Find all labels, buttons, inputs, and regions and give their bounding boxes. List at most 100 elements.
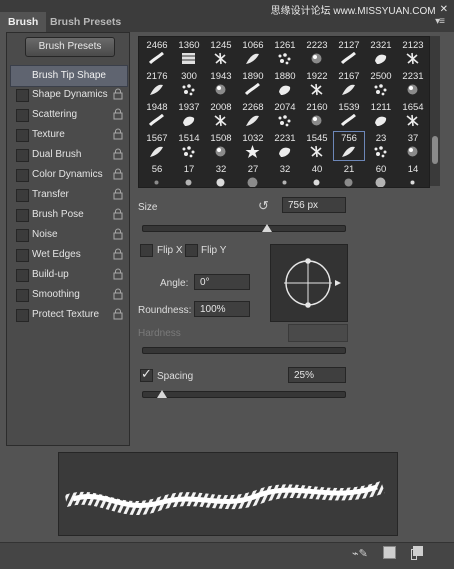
panel-menu-icon[interactable]: ▾≡: [435, 16, 445, 27]
spacing-field[interactable]: 25%: [288, 367, 346, 383]
brush-tip-cell[interactable]: 1545: [301, 131, 333, 161]
brush-tip-cell[interactable]: 1654: [397, 100, 429, 130]
brush-tip-cell[interactable]: 1066: [237, 38, 269, 68]
brush-tip-cell[interactable]: 2231: [269, 131, 301, 161]
brush-tip-cell[interactable]: 2466: [141, 38, 173, 68]
sidebar-item-color-dynamics[interactable]: Color Dynamics: [10, 166, 126, 186]
lock-icon[interactable]: [113, 288, 123, 300]
brush-tip-cell[interactable]: 2321: [365, 38, 397, 68]
angle-field[interactable]: 0°: [194, 274, 250, 290]
option-checkbox[interactable]: [16, 129, 29, 142]
option-checkbox[interactable]: [16, 269, 29, 282]
close-icon[interactable]: ✕: [440, 4, 448, 15]
brush-tip-cell[interactable]: 2123: [397, 38, 429, 68]
spacing-checkbox[interactable]: ✓: [140, 366, 153, 382]
sidebar-item-brush-tip-shape[interactable]: Brush Tip Shape: [10, 65, 128, 87]
lock-icon[interactable]: [113, 108, 123, 120]
option-checkbox[interactable]: [16, 229, 29, 242]
lock-icon[interactable]: [113, 248, 123, 260]
flip-x-checkbox[interactable]: [140, 244, 153, 257]
brush-tip-cell[interactable]: 1245: [205, 38, 237, 68]
sidebar-item-texture[interactable]: Texture: [10, 126, 126, 146]
brush-tip-cell[interactable]: 37: [397, 131, 429, 161]
brush-tip-cell[interactable]: 14: [397, 162, 429, 187]
spacing-slider[interactable]: [142, 391, 346, 398]
brush-tip-cell[interactable]: 2127: [333, 38, 365, 68]
sidebar-item-smoothing[interactable]: Smoothing: [10, 286, 126, 306]
sidebar-item-noise[interactable]: Noise: [10, 226, 126, 246]
brush-tip-cell[interactable]: 1508: [205, 131, 237, 161]
brush-tip-cell[interactable]: 1567: [141, 131, 173, 161]
sidebar-item-shape-dynamics[interactable]: Shape Dynamics: [10, 86, 126, 106]
grid-scrollbar-thumb[interactable]: [432, 136, 438, 164]
sidebar-item-transfer[interactable]: Transfer: [10, 186, 126, 206]
option-checkbox[interactable]: [16, 149, 29, 162]
brush-tip-cell[interactable]: 1261: [269, 38, 301, 68]
sidebar-item-scattering[interactable]: Scattering: [10, 106, 126, 126]
brush-tip-cell[interactable]: 23: [365, 131, 397, 161]
option-checkbox[interactable]: [16, 209, 29, 222]
option-checkbox[interactable]: [16, 109, 29, 122]
sidebar-item-dual-brush[interactable]: Dual Brush: [10, 146, 126, 166]
brush-tip-cell[interactable]: 17: [173, 162, 205, 187]
brush-tip-cell[interactable]: 300: [173, 69, 205, 99]
spacing-slider-thumb[interactable]: [157, 390, 168, 398]
tab-brush-presets[interactable]: Brush Presets: [42, 12, 129, 32]
brush-tip-cell[interactable]: 1890: [237, 69, 269, 99]
brush-tip-cell[interactable]: 40: [301, 162, 333, 187]
lock-icon[interactable]: [113, 308, 123, 320]
lock-icon[interactable]: [113, 168, 123, 180]
brush-tip-cell[interactable]: 1943: [205, 69, 237, 99]
lock-icon[interactable]: [113, 88, 123, 100]
toggle-live-tip-preview-icon[interactable]: ⌁✎: [352, 547, 368, 560]
brush-tip-cell[interactable]: 756: [333, 131, 365, 161]
brush-tip-cell[interactable]: 2500: [365, 69, 397, 99]
brush-tip-cell[interactable]: 2231: [397, 69, 429, 99]
brush-tip-cell[interactable]: 1211: [365, 100, 397, 130]
angle-roundness-control[interactable]: [270, 244, 348, 322]
size-slider-thumb[interactable]: [262, 224, 273, 232]
lock-icon[interactable]: [113, 148, 123, 160]
option-checkbox[interactable]: [16, 249, 29, 262]
lock-icon[interactable]: [113, 208, 123, 220]
brush-tip-cell[interactable]: 32: [269, 162, 301, 187]
brush-tip-cell[interactable]: 2167: [333, 69, 365, 99]
option-checkbox[interactable]: [16, 189, 29, 202]
size-slider[interactable]: [142, 225, 346, 232]
brush-tip-cell[interactable]: 27: [237, 162, 269, 187]
lock-icon[interactable]: [113, 228, 123, 240]
brush-tip-cell[interactable]: 2008: [205, 100, 237, 130]
lock-icon[interactable]: [113, 128, 123, 140]
option-checkbox[interactable]: [16, 309, 29, 322]
size-field[interactable]: 756 px: [282, 197, 346, 213]
roundness-field[interactable]: 100%: [194, 301, 250, 317]
brush-tip-cell[interactable]: 2268: [237, 100, 269, 130]
lock-icon[interactable]: [113, 268, 123, 280]
brush-tip-cell[interactable]: 32: [205, 162, 237, 187]
brush-tip-cell[interactable]: 2074: [269, 100, 301, 130]
brush-tip-cell[interactable]: 1539: [333, 100, 365, 130]
sidebar-item-build-up[interactable]: Build-up: [10, 266, 126, 286]
brush-tip-cell[interactable]: 2176: [141, 69, 173, 99]
brush-tip-cell[interactable]: 60: [365, 162, 397, 187]
brush-presets-button[interactable]: Brush Presets: [25, 37, 115, 57]
brush-tip-cell[interactable]: 1360: [173, 38, 205, 68]
brush-tip-cell[interactable]: 1880: [269, 69, 301, 99]
brush-tip-cell[interactable]: 1514: [173, 131, 205, 161]
grid-view-icon[interactable]: [383, 546, 396, 559]
brush-tip-cell[interactable]: 21: [333, 162, 365, 187]
sidebar-item-wet-edges[interactable]: Wet Edges: [10, 246, 126, 266]
brush-tip-cell[interactable]: 1922: [301, 69, 333, 99]
brush-tip-cell[interactable]: 2160: [301, 100, 333, 130]
brush-tip-cell[interactable]: 2223: [301, 38, 333, 68]
option-checkbox[interactable]: [16, 89, 29, 102]
sidebar-item-protect-texture[interactable]: Protect Texture: [10, 306, 126, 326]
brush-tip-cell[interactable]: 1948: [141, 100, 173, 130]
option-checkbox[interactable]: [16, 169, 29, 182]
lock-icon[interactable]: [113, 188, 123, 200]
sidebar-item-brush-pose[interactable]: Brush Pose: [10, 206, 126, 226]
brush-tip-cell[interactable]: 1032: [237, 131, 269, 161]
tab-brush[interactable]: Brush: [0, 12, 47, 32]
angle-wheel-icon[interactable]: [271, 245, 347, 321]
flip-y-checkbox[interactable]: [185, 244, 198, 257]
